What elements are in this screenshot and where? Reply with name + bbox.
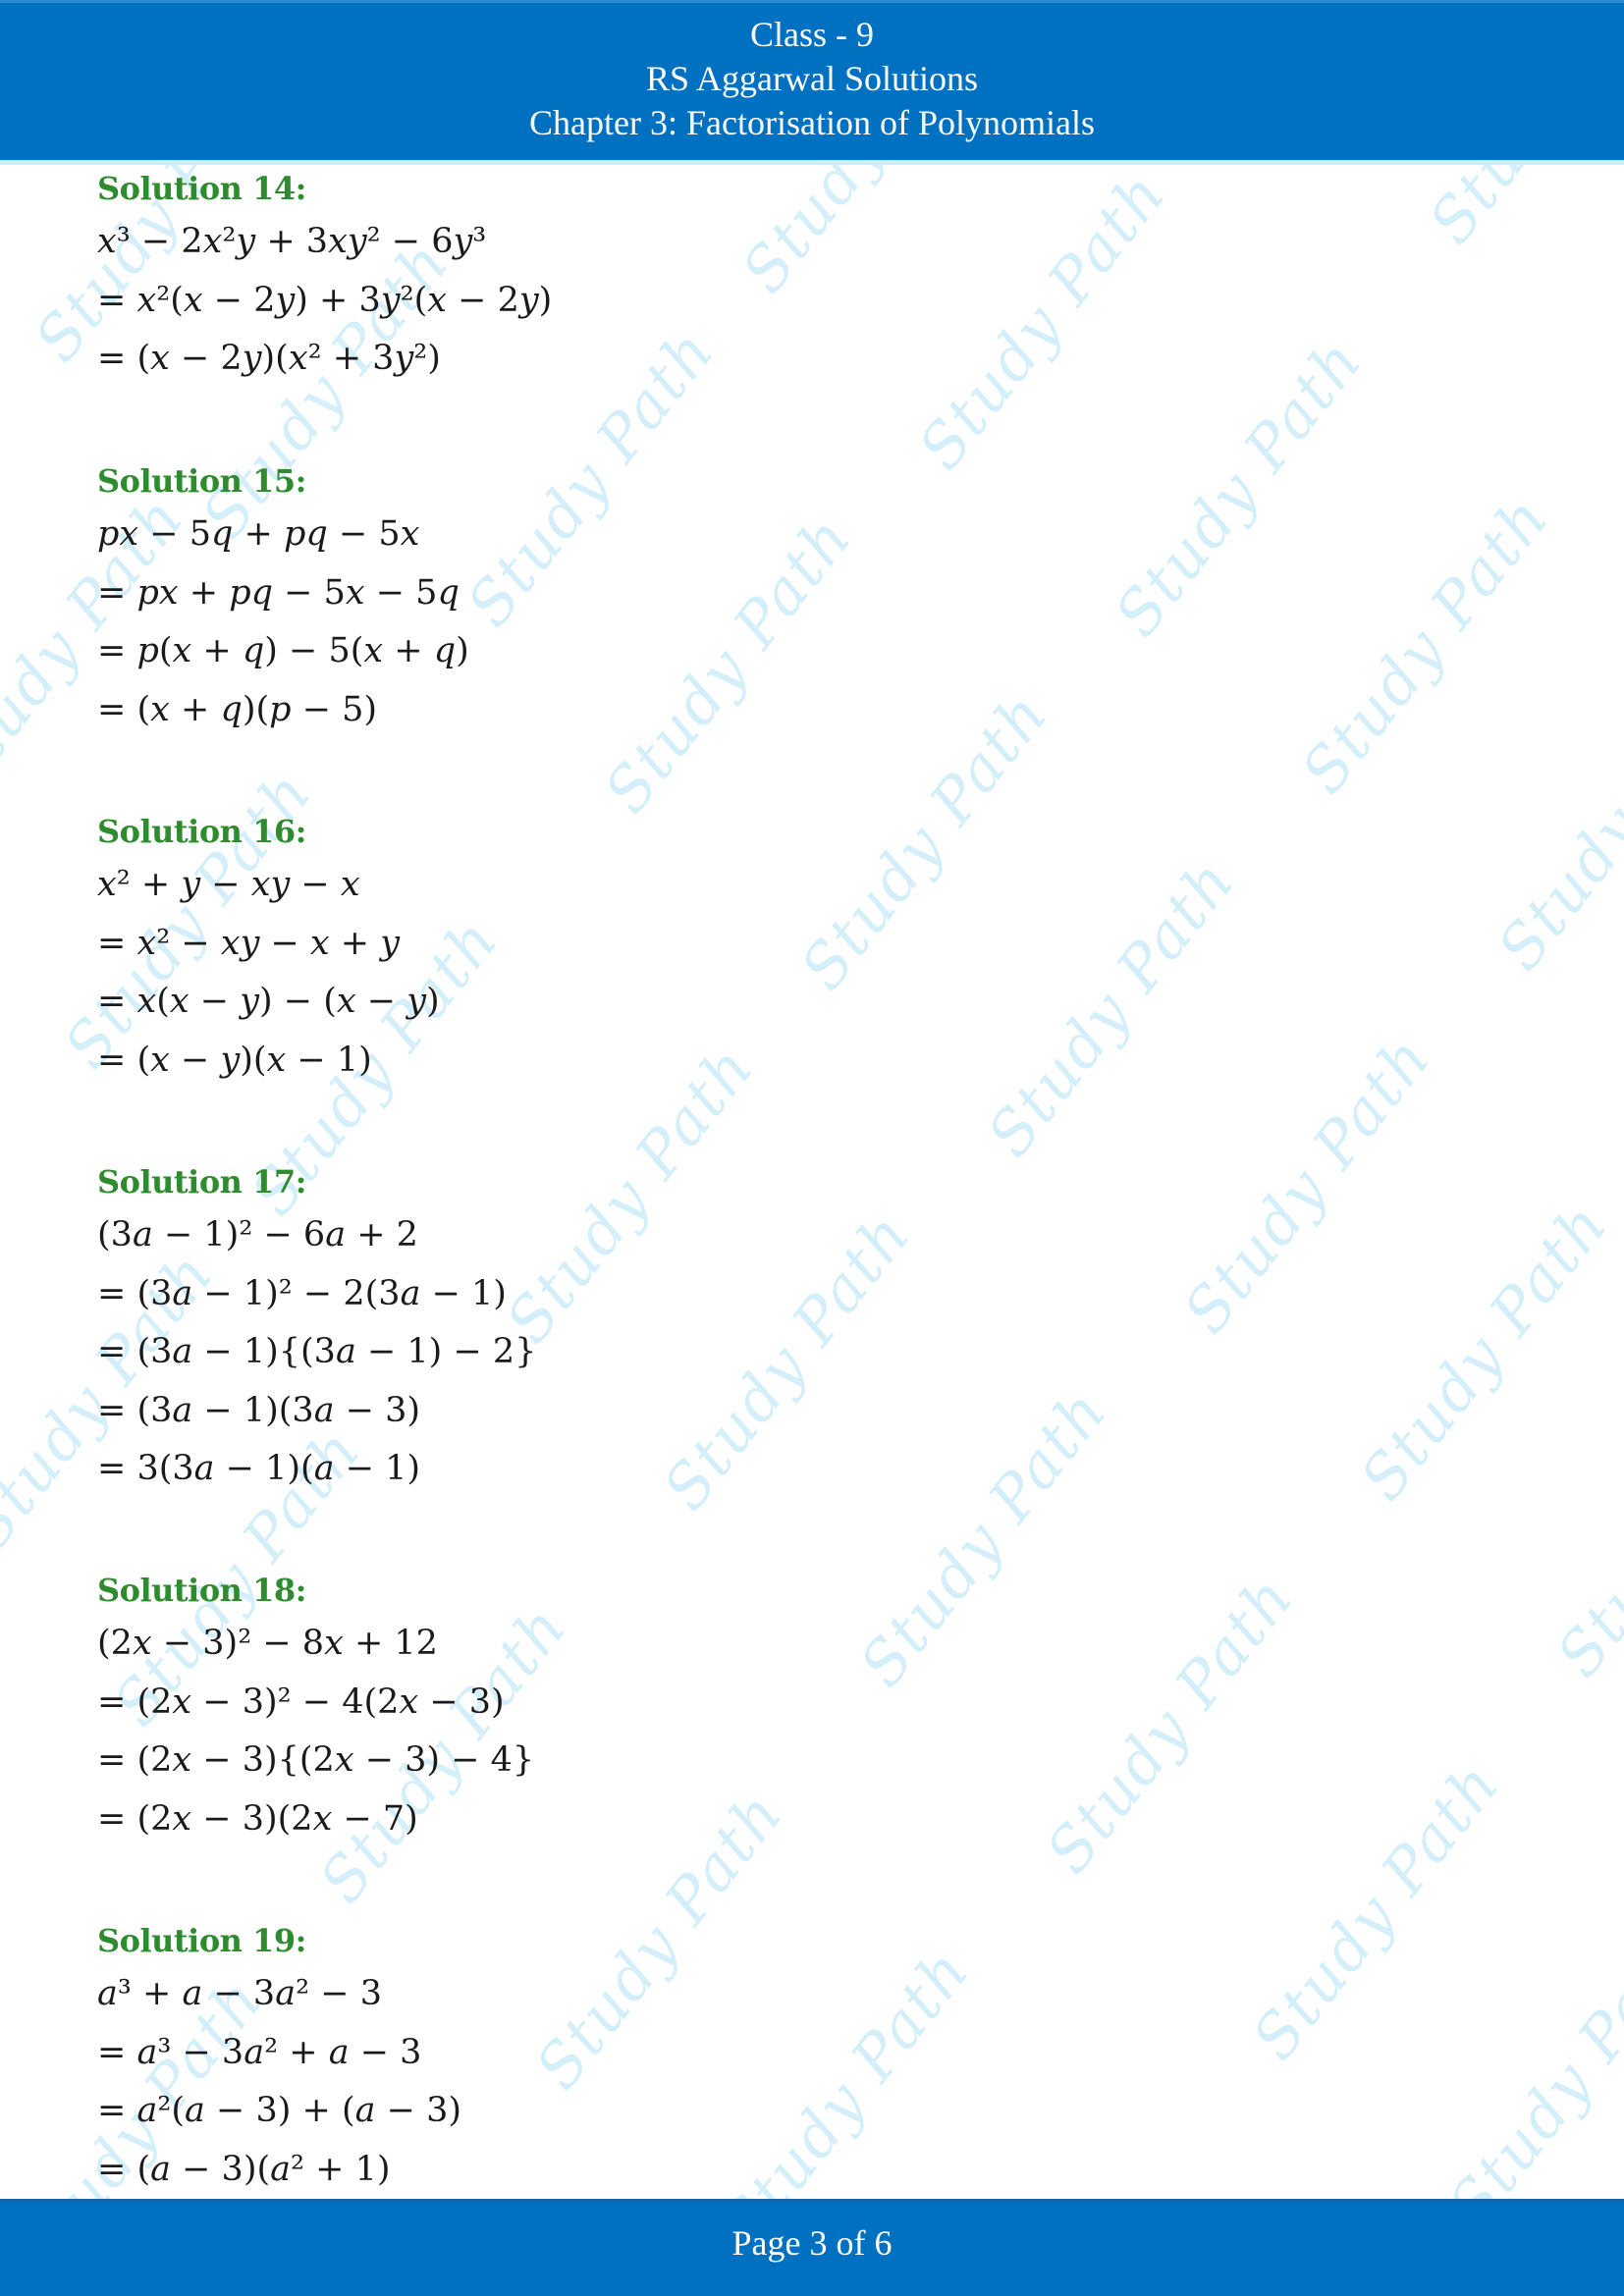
math-line: (3a − 1)² − 6a + 2: [97, 1215, 418, 1255]
math-line: = px + pq − 5x − 5q: [97, 572, 460, 613]
solution-15: Solution 15: px − 5q + pq − 5x = px + pq…: [97, 461, 469, 739]
math-line: x² + y − xy − x: [97, 865, 360, 904]
solution-17: Solution 17: (3a − 1)² − 6a + 2 = (3a − …: [97, 1162, 536, 1499]
page-number: Page 3 of 6: [731, 2223, 893, 2263]
math-line: = x(x − y) − (x − y): [97, 982, 440, 1021]
math-line: = (2x − 3)(2x − 7): [97, 1798, 418, 1839]
math-line: (2x − 3)² − 8x + 12: [97, 1624, 438, 1663]
solution-19: Solution 19: a³ + a − 3a² − 3 = a³ − 3a²…: [97, 1921, 461, 2199]
math-line: = p(x + q) − 5(x + q): [97, 631, 469, 670]
solution-title: Solution 15:: [97, 462, 306, 500]
book-title: RS Aggarwal Solutions: [645, 59, 979, 98]
chapter-title: Chapter 3: Factorisation of Polynomials: [529, 103, 1095, 142]
math-line: = (x − y)(x − 1): [97, 1040, 372, 1080]
math-line: a³ + a − 3a² − 3: [97, 1974, 382, 2013]
page-header: Class - 9 RS Aggarwal Solutions Chapter …: [0, 0, 1624, 165]
math-line: = a²(a − 3) + (a − 3): [97, 2091, 461, 2130]
page-content: Solution 14: x³ − 2x²y + 3xy² − 6y³ = x²…: [0, 0, 1624, 2296]
math-line: = 3(3a − 1)(a − 1): [97, 1449, 421, 1488]
math-line: x³ − 2x²y + 3xy² − 6y³: [97, 222, 487, 261]
solution-title: Solution 19:: [97, 1922, 306, 1959]
math-line: = a³ − 3a² + a − 3: [97, 2032, 422, 2072]
math-line: = (a − 3)(a² + 1): [97, 2149, 391, 2189]
math-line: = (3a − 1)(3a − 3): [97, 1390, 421, 1430]
solution-title: Solution 16:: [97, 813, 306, 850]
solution-14: Solution 14: x³ − 2x²y + 3xy² − 6y³ = x²…: [97, 169, 552, 389]
math-line: = (x + q)(p − 5): [97, 689, 378, 729]
solution-title: Solution 14:: [97, 170, 306, 207]
math-line: = (3a − 1){(3a − 1) − 2}: [97, 1332, 537, 1371]
math-line: = (3a − 1)² − 2(3a − 1): [97, 1273, 507, 1313]
math-line: px − 5q + pq − 5x: [97, 514, 420, 554]
math-line: = (x − 2y)(x² + 3y²): [97, 339, 441, 378]
math-line: = (2x − 3)² − 4(2x − 3): [97, 1682, 505, 1722]
math-line: = x²(x − 2y) + 3y²(x − 2y): [97, 280, 553, 320]
solution-title: Solution 17:: [97, 1163, 306, 1201]
page-footer: Page 3 of 6: [0, 2199, 1624, 2296]
class-label: Class - 9: [750, 15, 874, 54]
solution-18: Solution 18: (2x − 3)² − 8x + 12 = (2x −…: [97, 1571, 534, 1848]
solution-16: Solution 16: x² + y − xy − x = x² − xy −…: [97, 812, 440, 1090]
math-line: = (2x − 3){(2x − 3) − 4}: [97, 1740, 535, 1780]
math-line: = x² − xy − x + y: [97, 923, 401, 963]
solution-title: Solution 18:: [97, 1572, 306, 1609]
